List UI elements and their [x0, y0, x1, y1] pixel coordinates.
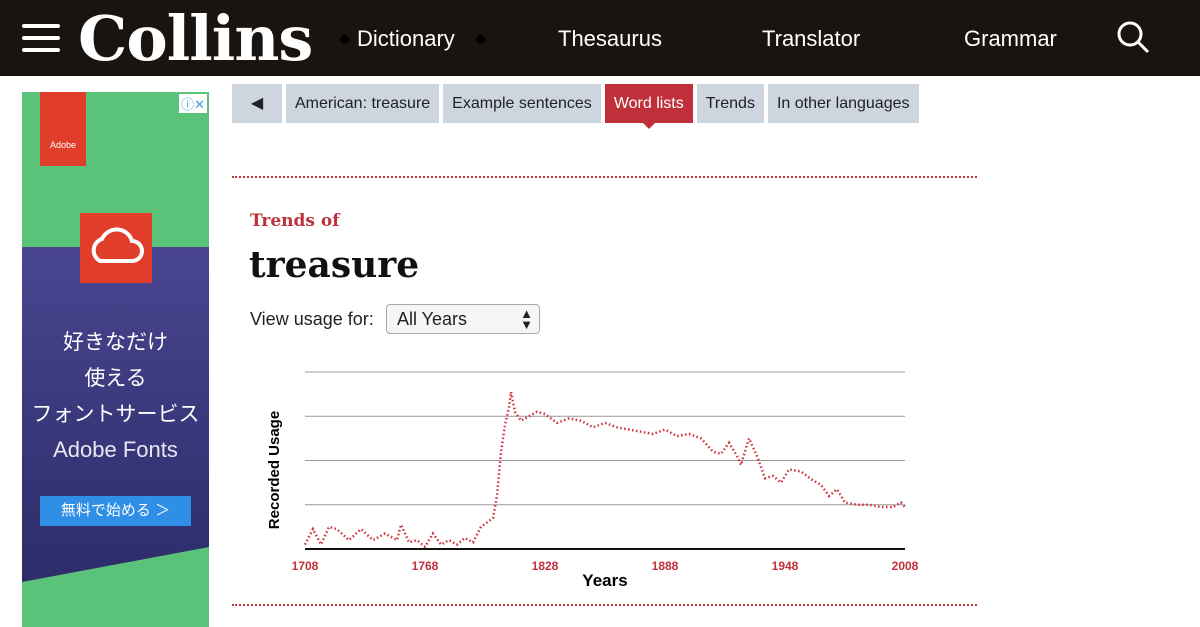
x-tick-label: 1708	[292, 559, 319, 573]
divider	[232, 604, 977, 606]
x-tick-label: 2008	[892, 559, 919, 573]
x-axis-label: Years	[582, 571, 627, 590]
usage-chart: 1708 1768 1828 1888 1948 2008 Years Recorded Us…	[266, 371, 919, 590]
x-tick-label: 1888	[652, 559, 679, 573]
x-tick-label: 1948	[772, 559, 799, 573]
y-axis-label: Recorded Usage	[266, 411, 283, 529]
x-tick-label: 1768	[412, 559, 439, 573]
usage-series-line	[303, 391, 906, 549]
x-tick-label: 1828	[532, 559, 559, 573]
